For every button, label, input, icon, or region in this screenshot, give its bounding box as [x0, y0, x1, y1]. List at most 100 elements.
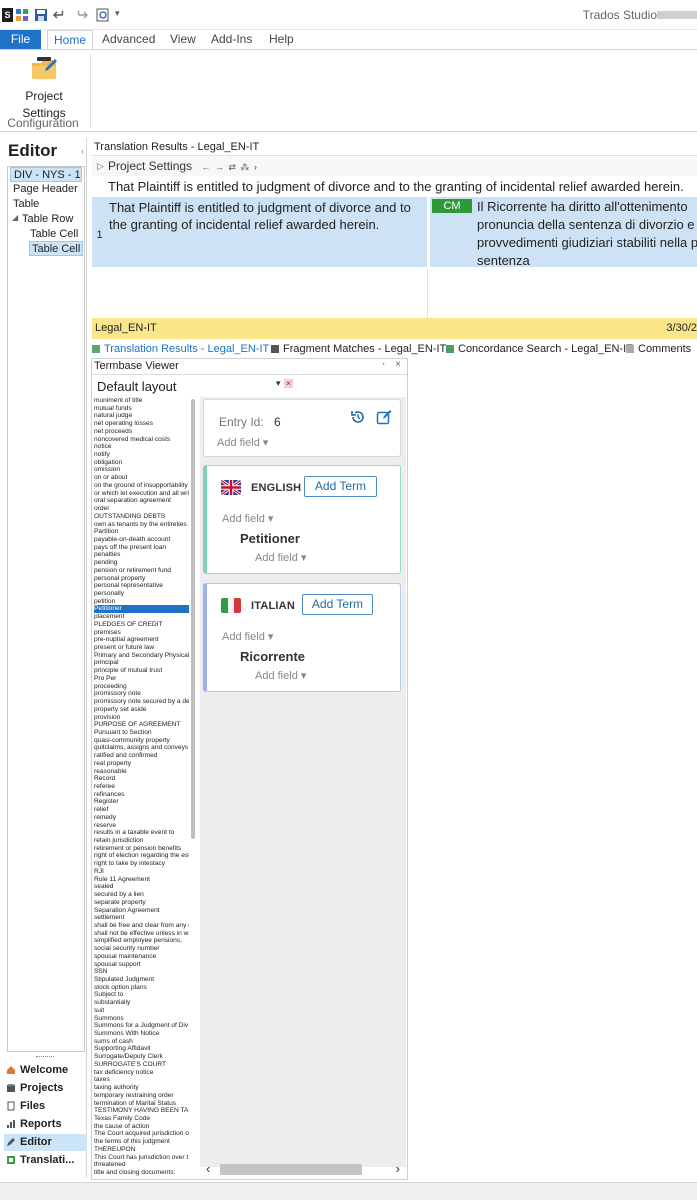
english-language-card: ENGLISH Add Term Add field ▾ Petitioner …: [203, 465, 401, 574]
entry-horizontal-scrollbar[interactable]: ‹ ›: [206, 1161, 400, 1177]
new-project-icon[interactable]: [15, 8, 29, 22]
scroll-right-icon[interactable]: ›: [396, 1161, 400, 1176]
chevron-down-icon: ▾: [267, 631, 274, 643]
term-list-scrollbar[interactable]: [191, 399, 195, 839]
pin-icon[interactable]: ᐩ: [382, 361, 385, 370]
segment-target[interactable]: CM Il Ricorrente ha diritto all'ottenime…: [430, 197, 697, 267]
projects-icon: [7, 1084, 15, 1092]
status-bar: [0, 1182, 697, 1200]
segment-source-line-1: That Plaintiff is entitled to judgment o…: [109, 200, 411, 215]
results-tabs: Translation Results - Legal_EN-IT Fragme…: [92, 341, 697, 358]
preview-icon[interactable]: [96, 8, 110, 22]
segment-number: 1: [92, 197, 107, 267]
segment-empty-area: [92, 268, 697, 318]
trados-app-icon[interactable]: S: [2, 8, 13, 22]
nav-projects[interactable]: Projects: [4, 1080, 87, 1097]
project-settings-icon: [32, 57, 57, 79]
add-term-button-italian[interactable]: Add Term: [302, 594, 373, 615]
project-settings-button[interactable]: Project Settings: [8, 54, 80, 121]
tree-expand-icon[interactable]: ◢: [12, 211, 18, 226]
collapse-arrow-icon[interactable]: ‹: [81, 146, 84, 156]
tree-item-table[interactable]: Table: [13, 197, 39, 212]
segment-source-line-2: the granting of incidental relief awarde…: [109, 217, 380, 232]
tree-item-page-header[interactable]: Page Header: [13, 182, 78, 197]
scroll-left-icon[interactable]: ‹: [206, 1161, 210, 1176]
tab-comments[interactable]: Comments: [626, 341, 691, 357]
tree-item-table-cell-selected[interactable]: Table Cell: [29, 241, 83, 256]
italian-term-add-field[interactable]: Add field ▾: [255, 669, 306, 682]
nav-reports-label: Reports: [20, 1118, 62, 1130]
tab-home[interactable]: Home: [47, 30, 94, 49]
entry-add-field-label: Add field: [217, 437, 260, 449]
tab-comments-label: Comments: [638, 343, 692, 355]
undo-icon[interactable]: [53, 8, 67, 22]
nav-editor[interactable]: Editor: [4, 1134, 87, 1151]
scrollbar-thumb[interactable]: [220, 1164, 362, 1175]
project-settings-bar[interactable]: ▷ Project Settings ← → ⇄ ⁂ ›: [92, 157, 697, 176]
editor-pencil-icon: [7, 1138, 15, 1146]
ribbon: Project Settings Configuration: [0, 49, 697, 132]
entry-id-label: Entry Id:: [219, 415, 264, 429]
nav-title: Editor: [8, 141, 58, 160]
tree-item-table-row[interactable]: Table Row: [22, 212, 73, 227]
navigation-arrows-icon[interactable]: ← → ⇄ ⁂ ›: [201, 162, 258, 172]
layout-selector[interactable]: Default layout: [97, 378, 177, 395]
english-term-add-field[interactable]: Add field ▾: [255, 551, 306, 564]
reports-icon: [7, 1120, 15, 1128]
history-icon[interactable]: [350, 409, 366, 425]
italian-add-field[interactable]: Add field ▾: [222, 630, 273, 643]
add-term-button-english[interactable]: Add Term: [304, 476, 377, 497]
ribbon-tabs: File Home Advanced View Add-Ins Help: [0, 30, 697, 49]
tab-view[interactable]: View: [164, 30, 202, 49]
uk-flag-icon: [221, 480, 241, 495]
document-date: 3/30/2: [666, 322, 697, 334]
english-add-field[interactable]: Add field ▾: [222, 512, 273, 525]
tab-help[interactable]: Help: [263, 30, 300, 49]
italian-term[interactable]: Ricorrente: [240, 649, 305, 664]
edit-entry-icon[interactable]: [376, 409, 392, 425]
tab-fragment-matches-label: Fragment Matches - Legal_EN-IT: [283, 343, 447, 355]
expand-triangle-icon[interactable]: ▷: [97, 157, 104, 176]
segment-source[interactable]: That Plaintiff is entitled to judgment o…: [107, 197, 427, 267]
tab-fragment-matches[interactable]: Fragment Matches - Legal_EN-IT: [271, 341, 446, 357]
splitter-grip[interactable]: [36, 1056, 54, 1058]
concordance-search-icon: [446, 345, 454, 353]
delete-layout-icon[interactable]: ×: [284, 379, 293, 388]
fragment-matches-icon: [271, 345, 279, 353]
entry-add-field[interactable]: Add field ▾: [217, 436, 268, 449]
nav-welcome[interactable]: Welcome: [4, 1062, 87, 1079]
segment-target-text[interactable]: Il Ricorrente ha diritto all'ottenimento…: [477, 198, 697, 267]
title-bar: S ▾ Trados Studio: [0, 0, 697, 30]
context-match-badge: CM: [432, 199, 472, 213]
save-icon[interactable]: [34, 8, 48, 22]
close-icon[interactable]: ×: [395, 359, 401, 370]
customize-quick-access-icon[interactable]: ▾: [115, 8, 120, 19]
english-term[interactable]: Petitioner: [240, 531, 300, 546]
tab-concordance-search-label: Concordance Search - Legal_EN-IT: [458, 343, 633, 355]
tab-file[interactable]: File: [0, 30, 41, 49]
tree-item-table-cell[interactable]: Table Cell: [30, 227, 78, 242]
redo-icon[interactable]: [74, 8, 88, 22]
term-list[interactable]: muniment of title mutual funds natural jud…: [92, 397, 189, 1177]
window-title: Trados Studio: [582, 8, 657, 22]
tab-concordance-search[interactable]: Concordance Search - Legal_EN-IT: [446, 341, 633, 357]
nav-files[interactable]: Files: [4, 1098, 87, 1115]
nav-editor-label: Editor: [20, 1136, 52, 1148]
entry-card: Entry Id: 6 Add field ▾: [203, 399, 401, 457]
segment-row[interactable]: 1 That Plaintiff is entitled to judgment…: [92, 197, 697, 267]
tree-item-div[interactable]: DIV - NYS - 1: [10, 167, 82, 182]
english-term-add-field-label: Add field: [255, 552, 298, 564]
comments-icon: [626, 345, 634, 353]
layout-field[interactable]: [212, 385, 274, 393]
target-line-3: provvedimenti giudiziari stabiliti nella…: [477, 235, 697, 250]
entry-id-value: 6: [274, 415, 281, 429]
tab-add-ins[interactable]: Add-Ins: [205, 30, 258, 49]
layout-dropdown-icon[interactable]: ▾: [276, 378, 281, 389]
nav-translation-memories[interactable]: Translati...: [4, 1152, 87, 1169]
tab-advanced[interactable]: Advanced: [96, 30, 161, 49]
target-line-2: pronuncia della sentenza di divorzio e: [477, 217, 695, 232]
translation-results-icon: [92, 345, 100, 353]
nav-reports[interactable]: Reports: [4, 1116, 87, 1133]
tab-translation-results[interactable]: Translation Results - Legal_EN-IT: [92, 341, 269, 357]
english-language-label: ENGLISH: [251, 482, 302, 494]
